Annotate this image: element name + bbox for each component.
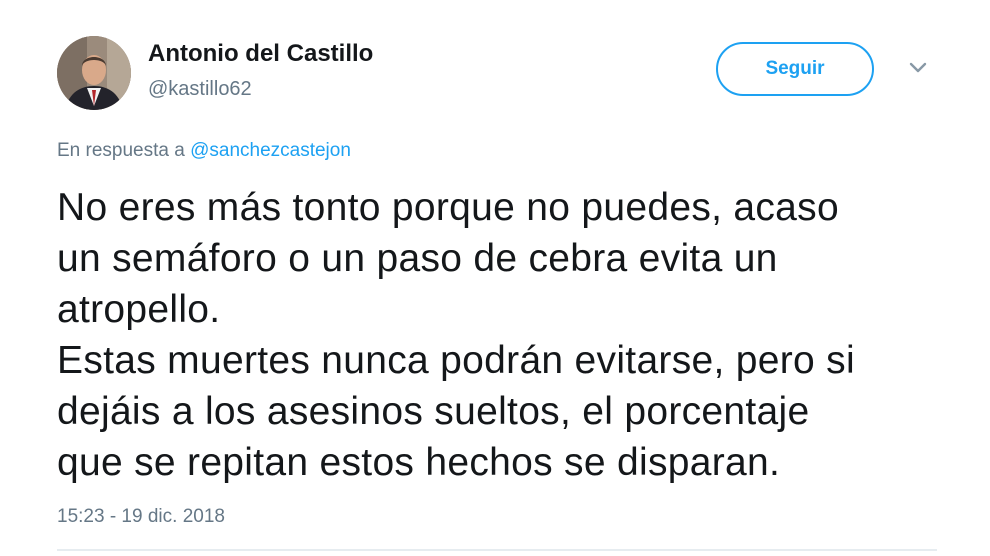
tweet-timestamp[interactable]: 15:23 - 19 dic. 2018 [57, 506, 225, 528]
chevron-down-icon[interactable] [906, 58, 930, 78]
tweet-text: No eres más tonto porque no puedes, acas… [57, 182, 957, 488]
reply-prefix: En respuesta a [57, 140, 185, 161]
follow-button[interactable]: Seguir [716, 42, 874, 96]
tweet-text-line: dejáis a los asesinos sueltos, el porcen… [57, 390, 810, 433]
tweet-text-line: atropello. [57, 288, 221, 331]
tweet-card: Antonio del Castillo @kastillo62 Seguir … [0, 0, 990, 556]
reply-mention-link[interactable]: @sanchezcastejon [190, 140, 351, 161]
divider [57, 549, 937, 551]
reply-context: En respuesta a @sanchezcastejon [57, 140, 351, 162]
author-handle[interactable]: @kastillo62 [148, 78, 252, 101]
tweet-text-line: un semáforo o un paso de cebra evita un [57, 237, 778, 280]
tweet-text-line: que se repitan estos hechos se disparan. [57, 441, 781, 484]
avatar[interactable] [57, 36, 131, 110]
profile-photo [57, 36, 131, 110]
author-name[interactable]: Antonio del Castillo [148, 40, 373, 68]
tweet-text-line: Estas muertes nunca podrán evitarse, per… [57, 339, 855, 382]
tweet-text-line: No eres más tonto porque no puedes, acas… [57, 186, 839, 229]
